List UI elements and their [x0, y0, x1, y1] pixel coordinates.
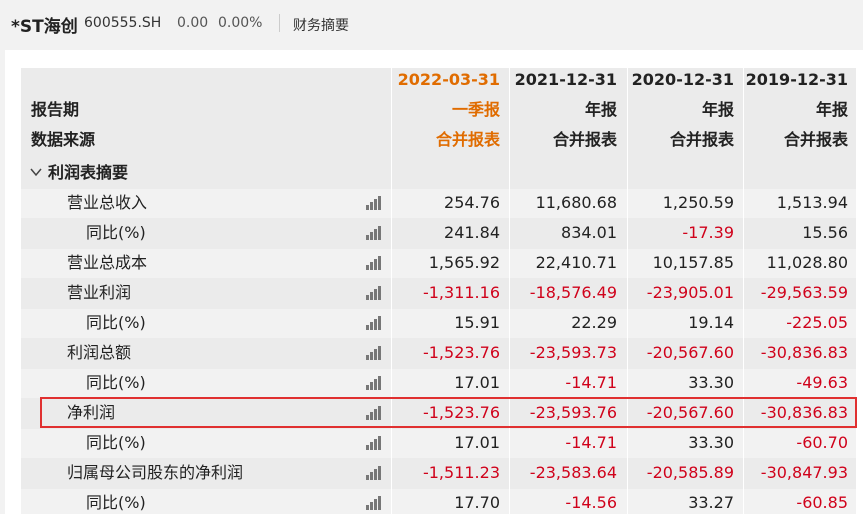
row-label: 营业总收入	[67, 193, 148, 212]
table-cell-value: 19.14	[688, 313, 734, 332]
table-cell-value: 33.30	[688, 373, 734, 392]
table-cell-value: -49.63	[796, 373, 848, 392]
period-date: 2022-03-31	[397, 70, 500, 89]
row-label: 利润总额	[67, 343, 132, 362]
table-cell-value: 17.01	[454, 433, 500, 452]
row-label: 同比(%)	[86, 493, 146, 512]
price-change-pct: 0.00%	[218, 15, 263, 31]
stock-name: *ST海创	[11, 17, 78, 37]
tab-financial-summary[interactable]: 财务摘要	[293, 15, 349, 35]
table-cell-value: -23,593.73	[529, 343, 617, 362]
bar-chart-icon[interactable]	[366, 376, 382, 390]
table-cell-value: -14.56	[565, 493, 617, 512]
row-label: 同比(%)	[86, 433, 146, 452]
table-cell-value: -14.71	[565, 373, 617, 392]
period-report-type: 一季报	[451, 100, 500, 119]
table-cell-value: -23,905.01	[646, 283, 734, 302]
table-cell-value: 1,513.94	[776, 193, 848, 212]
row-label: 同比(%)	[86, 223, 146, 242]
table-cell-value: 1,250.59	[662, 193, 734, 212]
table-cell-value: -18,576.49	[529, 283, 617, 302]
table-cell-value: 241.84	[444, 223, 500, 242]
stock-code: 600555.SH	[84, 15, 162, 31]
table-cell-value: 17.01	[454, 373, 500, 392]
bar-chart-icon[interactable]	[366, 196, 382, 210]
table-cell-value: 10,157.85	[652, 253, 734, 272]
period-data-source: 合并报表	[783, 130, 848, 149]
table-cell-value: 15.91	[454, 313, 500, 332]
table-cell-value: -17.39	[682, 223, 734, 242]
table-cell-value: 33.30	[688, 433, 734, 452]
table-cell-value: 834.01	[561, 223, 617, 242]
period-date: 2020-12-31	[631, 70, 734, 89]
period-report-type: 年报	[701, 100, 734, 119]
data-source-label: 数据来源	[31, 130, 96, 149]
period-data-source: 合并报表	[669, 130, 734, 149]
table-cell-value: 22,410.71	[535, 253, 617, 272]
bar-chart-icon[interactable]	[366, 346, 382, 360]
bar-chart-icon[interactable]	[366, 466, 382, 480]
table-cell-value: -20,585.89	[646, 463, 734, 482]
table-cell-value: 22.29	[571, 313, 617, 332]
report-period-label: 报告期	[31, 100, 80, 119]
bar-chart-icon[interactable]	[366, 286, 382, 300]
table-cell-value: 33.27	[688, 493, 734, 512]
table-cell-value: -30,836.83	[760, 343, 848, 362]
row-label: 归属母公司股东的净利润	[67, 463, 244, 482]
bar-chart-icon[interactable]	[366, 256, 382, 270]
table-cell-value: 11,680.68	[535, 193, 617, 212]
bar-chart-icon[interactable]	[366, 436, 382, 450]
table-cell-value: 1,565.92	[428, 253, 500, 272]
bar-chart-icon[interactable]	[366, 316, 382, 330]
row-label: 营业总成本	[67, 253, 148, 272]
period-data-source: 合并报表	[552, 130, 617, 149]
price-change: 0.00	[177, 15, 209, 31]
row-label: 营业利润	[67, 283, 132, 302]
bar-chart-icon[interactable]	[366, 496, 382, 510]
section-title[interactable]: 利润表摘要	[48, 163, 128, 183]
table-cell-value: -23,583.64	[529, 463, 617, 482]
net-profit-highlight-box	[40, 397, 857, 428]
table-cell-value: -14.71	[565, 433, 617, 452]
table-cell-value: 254.76	[444, 193, 500, 212]
period-data-source: 合并报表	[435, 130, 500, 149]
table-cell-value: -30,847.93	[760, 463, 848, 482]
bar-chart-icon[interactable]	[366, 226, 382, 240]
table-cell-value: -20,567.60	[646, 343, 734, 362]
table-cell-value: 11,028.80	[766, 253, 848, 272]
stock-header: *ST海创 600555.SH 0.00 0.00% 财务摘要	[0, 0, 863, 50]
table-cell-value: -1,523.76	[422, 343, 500, 362]
table-cell-value: -60.70	[796, 433, 848, 452]
chevron-down-icon[interactable]	[30, 166, 42, 178]
period-report-type: 年报	[815, 100, 848, 119]
period-date: 2019-12-31	[745, 70, 848, 89]
period-date: 2021-12-31	[514, 70, 617, 89]
table-cell-value: -29,563.59	[760, 283, 848, 302]
table-cell-value: 17.70	[454, 493, 500, 512]
divider	[279, 14, 280, 32]
table-cell-value: -225.05	[786, 313, 848, 332]
table-cell-value: -1,511.23	[422, 463, 500, 482]
row-label: 同比(%)	[86, 373, 146, 392]
table-cell-value: -60.85	[796, 493, 848, 512]
period-report-type: 年报	[584, 100, 617, 119]
table-cell-value: 15.56	[802, 223, 848, 242]
row-label: 同比(%)	[86, 313, 146, 332]
table-cell-value: -1,311.16	[422, 283, 500, 302]
